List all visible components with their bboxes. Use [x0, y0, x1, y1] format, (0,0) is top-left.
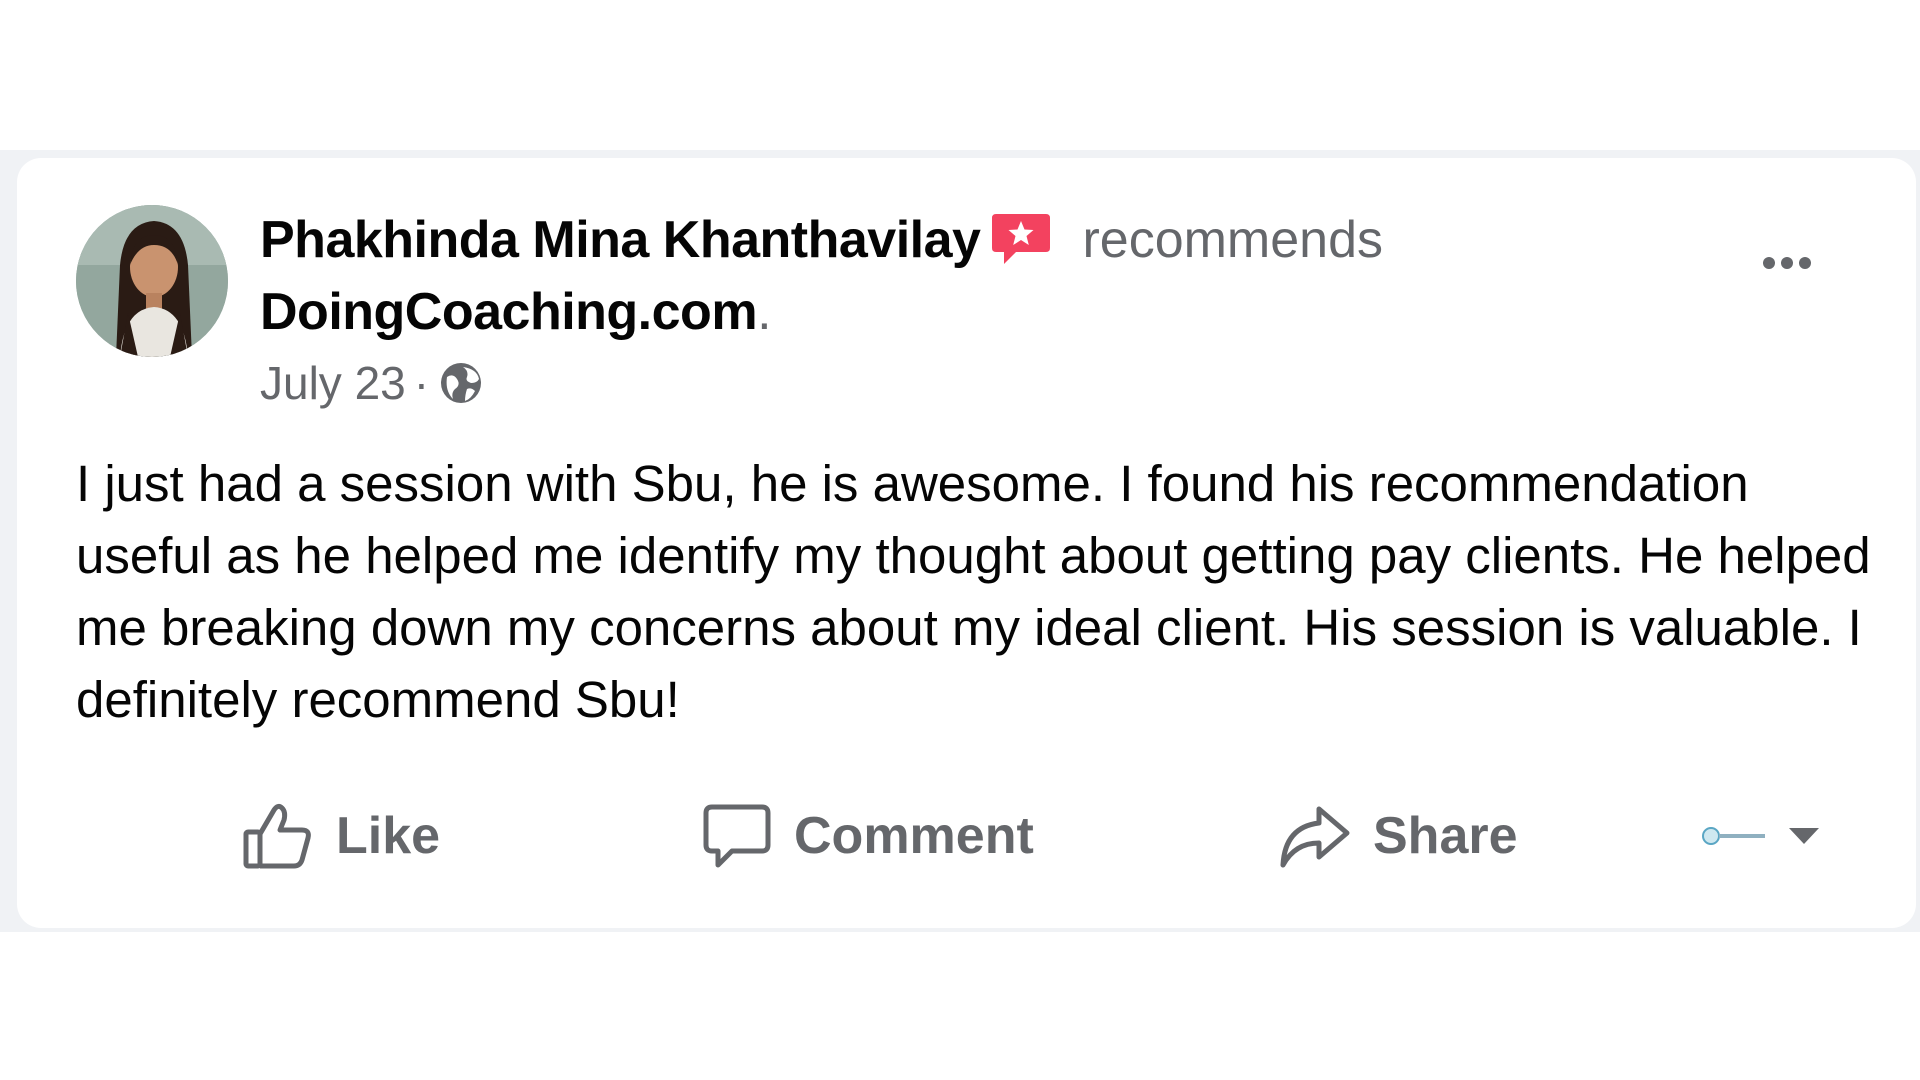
page-suffix: .: [757, 283, 772, 341]
meta-separator: ·: [413, 357, 430, 409]
share-arrow-icon: [1280, 806, 1350, 868]
comment-label: Comment: [794, 807, 1034, 865]
post-actions: Like Comment Share: [17, 786, 1916, 886]
post-card: Phakhinda Mina Khanthavilay recommends D…: [17, 158, 1916, 928]
share-button[interactable]: Share: [1279, 786, 1518, 886]
post-body: I just had a session with Sbu, he is awe…: [76, 455, 1871, 728]
chevron-down-icon: [1702, 827, 1819, 845]
author-name[interactable]: Phakhinda Mina Khanthavilay: [260, 210, 981, 270]
like-label: Like: [336, 807, 441, 865]
post-date[interactable]: July 23: [260, 356, 406, 410]
comment-button[interactable]: Comment: [702, 786, 1034, 886]
share-label: Share: [1373, 807, 1518, 865]
audience-selector[interactable]: [1697, 816, 1827, 856]
star-recommendation-icon: [990, 210, 1052, 270]
recommends-text: recommends: [1082, 211, 1384, 269]
post-meta: July 23 ·: [260, 356, 485, 410]
like-button[interactable]: Like: [242, 786, 440, 886]
avatar-image: [76, 205, 228, 357]
recommended-page-line: DoingCoaching.com.: [260, 282, 772, 342]
author-avatar[interactable]: [76, 205, 228, 357]
comment-bubble-icon: [703, 804, 771, 868]
globe-icon: [437, 359, 485, 407]
post-header: Phakhinda Mina Khanthavilay recommends: [260, 210, 1383, 270]
recommended-page-link[interactable]: DoingCoaching.com: [260, 283, 758, 341]
more-options-icon[interactable]: [1747, 243, 1827, 283]
thumbs-up-icon: [243, 803, 311, 869]
